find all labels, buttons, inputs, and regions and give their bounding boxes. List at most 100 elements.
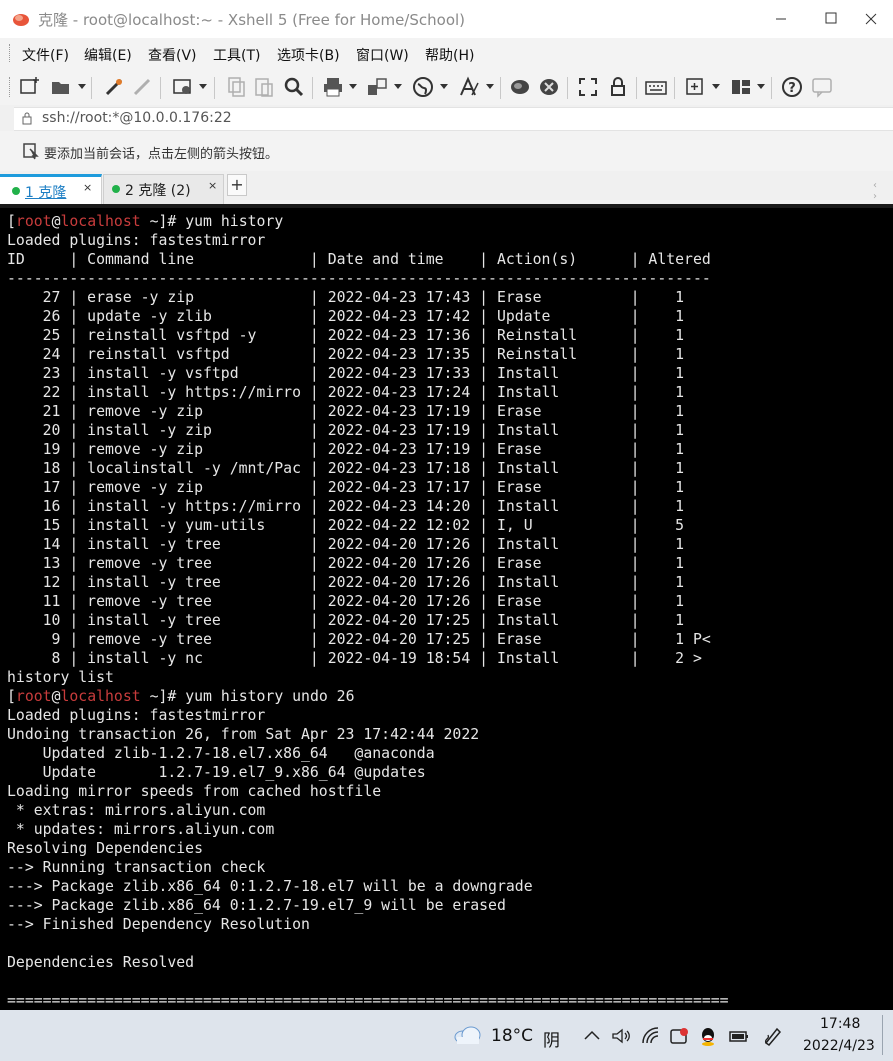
add-pane-dropdown[interactable] — [712, 84, 720, 89]
font-dropdown[interactable] — [486, 84, 494, 89]
volume-icon[interactable] — [610, 1025, 632, 1047]
add-session-arrow-icon[interactable] — [22, 142, 40, 160]
taskbar: 18°C 阴 17:48 2022/4/23 — [0, 1010, 893, 1061]
menu-file[interactable]: 文件(F) — [22, 45, 69, 65]
toolbar-grip[interactable] — [9, 77, 13, 97]
terminal-line: history list — [7, 669, 114, 686]
address-bar[interactable]: ssh://root:*@10.0.0.176:22 — [14, 107, 893, 131]
close-button[interactable] — [848, 0, 893, 38]
xmanager-icon[interactable] — [537, 75, 561, 99]
properties-dropdown[interactable] — [199, 84, 207, 89]
terminal-line: --> Finished Dependency Resolution — [7, 916, 310, 933]
chat-icon[interactable] — [810, 75, 834, 99]
pen-icon[interactable] — [762, 1025, 784, 1047]
battery-icon[interactable] — [728, 1025, 750, 1047]
terminal-line: 12 | install -y tree | 2022-04-20 17:26 … — [7, 574, 685, 591]
disconnect-icon[interactable] — [130, 75, 154, 99]
menu-view[interactable]: 查看(V) — [148, 45, 197, 65]
cloud-icon[interactable] — [452, 1024, 482, 1046]
connected-status-icon — [112, 185, 120, 193]
terminal-line: 14 | install -y tree | 2022-04-20 17:26 … — [7, 536, 685, 553]
qq-icon[interactable] — [697, 1025, 719, 1047]
terminal-line: 8 | install -y nc | 2022-04-19 18:54 | I… — [7, 650, 702, 667]
terminal-line: 23 | install -y vsftpd | 2022-04-23 17:3… — [7, 365, 685, 382]
find-icon[interactable] — [282, 75, 306, 99]
xftp-icon[interactable] — [508, 75, 532, 99]
terminal-line: 26 | update -y zlib | 2022-04-23 17:42 |… — [7, 308, 685, 325]
menu-bar: 文件(F) 编辑(E) 查看(V) 工具(T) 选项卡(B) 窗口(W) 帮助(… — [0, 38, 893, 69]
app-tray-icon[interactable] — [668, 1025, 690, 1047]
tab-close-icon[interactable]: × — [208, 179, 217, 192]
terminal-line: ---> Package zlib.x86_64 0:1.2.7-19.el7_… — [7, 897, 506, 914]
terminal-line: Undoing transaction 26, from Sat Apr 23 … — [7, 726, 480, 743]
secure-lock-icon — [22, 112, 32, 125]
terminal-line: * extras: mirrors.aliyun.com — [7, 802, 266, 819]
weather-temperature[interactable]: 18°C — [491, 1026, 533, 1046]
properties-icon[interactable] — [171, 75, 195, 99]
clock-time[interactable]: 17:48 — [820, 1016, 860, 1032]
xshell-logo-icon — [13, 14, 29, 26]
open-folder-icon[interactable] — [49, 75, 73, 99]
menu-edit[interactable]: 编辑(E) — [84, 45, 132, 65]
minimize-button[interactable] — [758, 0, 804, 38]
font-icon[interactable] — [457, 75, 481, 99]
paste-icon[interactable] — [252, 75, 276, 99]
globe-dropdown[interactable] — [440, 84, 448, 89]
copy-icon[interactable] — [224, 75, 248, 99]
wifi-icon[interactable] — [640, 1025, 662, 1047]
terminal-line: ID | Command line | Date and time | Acti… — [7, 251, 711, 268]
terminal-line: Updated zlib-1.2.7-18.el7.x86_64 @anacon… — [7, 745, 435, 762]
menu-tools[interactable]: 工具(T) — [213, 45, 260, 65]
menu-help[interactable]: 帮助(H) — [425, 45, 474, 65]
tab-scroll-arrows[interactable]: ‹ › — [873, 180, 893, 202]
connected-status-icon — [12, 187, 20, 195]
layout-dropdown[interactable] — [757, 84, 765, 89]
terminal-line: Loaded plugins: fastestmirror — [7, 232, 266, 249]
terminal-line: 18 | localinstall -y /mnt/Pac | 2022-04-… — [7, 460, 685, 477]
clock-date[interactable]: 2022/4/23 — [803, 1038, 875, 1054]
terminal-line: 17 | remove -y zip | 2022-04-23 17:17 | … — [7, 479, 685, 496]
svg-text:?: ? — [788, 81, 796, 96]
help-icon[interactable]: ? — [780, 75, 804, 99]
connect-icon[interactable] — [102, 75, 126, 99]
terminal-line: Resolving Dependencies — [7, 840, 203, 857]
terminal-line: 20 | install -y zip | 2022-04-23 17:19 |… — [7, 422, 685, 439]
terminal[interactable]: [root@localhost ~]# yum history Loaded p… — [0, 204, 893, 1010]
fullscreen-icon[interactable] — [576, 75, 600, 99]
new-session-icon[interactable] — [18, 75, 42, 99]
new-tab-button[interactable]: + — [227, 174, 247, 196]
chevron-up-icon[interactable] — [581, 1025, 603, 1047]
keyboard-icon[interactable] — [644, 75, 668, 99]
terminal-line: * updates: mirrors.aliyun.com — [7, 821, 275, 838]
terminal-line: [root@localhost ~]# yum history undo 26 — [7, 688, 355, 705]
tab-session-2[interactable]: 2 克隆 (2) × — [103, 174, 224, 204]
terminal-line: 16 | install -y https://mirro | 2022-04-… — [7, 498, 685, 515]
window-title: 克隆 - root@localhost:~ - Xshell 5 (Free f… — [38, 11, 466, 29]
print-icon[interactable] — [321, 75, 345, 99]
show-desktop-button[interactable] — [882, 1015, 886, 1055]
tab-session-1[interactable]: 1 克隆 × — [0, 174, 102, 204]
add-pane-icon[interactable] — [684, 75, 708, 99]
session-hint-text: 要添加当前会话，点击左侧的箭头按钮。 — [44, 147, 279, 162]
globe-icon[interactable] — [411, 75, 435, 99]
lock-icon[interactable] — [606, 75, 630, 99]
print-dropdown[interactable] — [349, 84, 357, 89]
weather-condition[interactable]: 阴 — [543, 1026, 560, 1051]
terminal-line: 24 | reinstall vsftpd | 2022-04-23 17:35… — [7, 346, 685, 363]
transfer-icon[interactable] — [365, 75, 389, 99]
terminal-line: 13 | remove -y tree | 2022-04-20 17:26 |… — [7, 555, 685, 572]
menu-tabs[interactable]: 选项卡(B) — [277, 45, 340, 65]
transfer-dropdown[interactable] — [394, 84, 402, 89]
layout-icon[interactable] — [729, 75, 753, 99]
tab-close-icon[interactable]: × — [83, 181, 92, 194]
terminal-line: ----------------------------------------… — [7, 270, 711, 287]
terminal-line: ========================================… — [7, 992, 729, 1009]
menu-grip[interactable] — [9, 44, 13, 62]
menu-window[interactable]: 窗口(W) — [356, 45, 409, 65]
terminal-line: Dependencies Resolved — [7, 954, 195, 971]
open-dropdown[interactable] — [78, 84, 86, 89]
terminal-line: 11 | remove -y tree | 2022-04-20 17:26 |… — [7, 593, 685, 610]
terminal-line: 9 | remove -y tree | 2022-04-20 17:25 | … — [7, 631, 711, 648]
address-text[interactable]: ssh://root:*@10.0.0.176:22 — [42, 110, 232, 126]
